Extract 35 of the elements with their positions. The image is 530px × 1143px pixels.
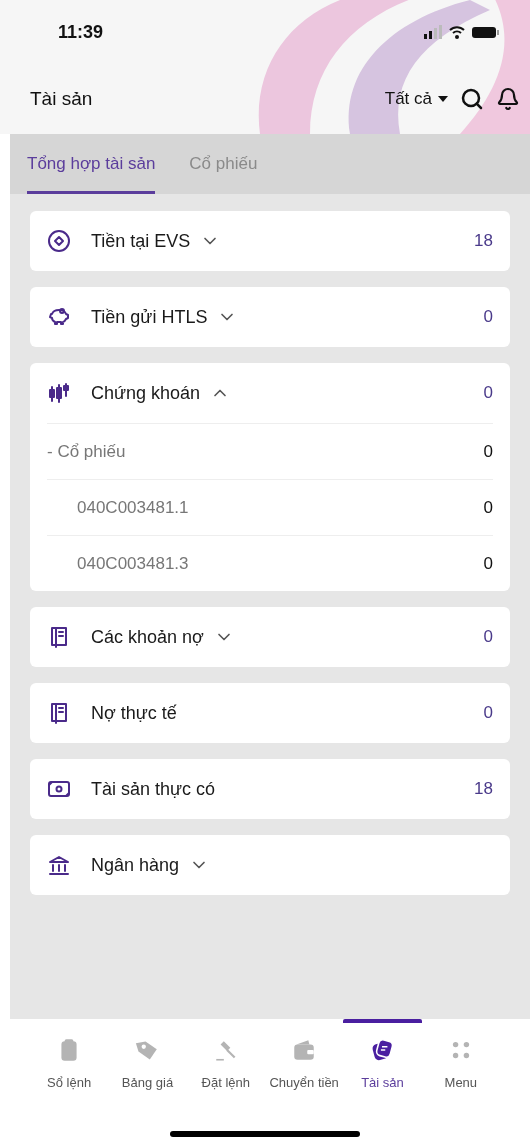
holding-value: 0 [483,440,493,463]
card-label[interactable]: Nợ thực tế [91,699,177,727]
holding-value: 0 [483,552,493,575]
card-value: 18 [474,778,493,801]
bank-icon [47,853,71,877]
card-label[interactable]: Ngân hàng [91,851,180,879]
card-label[interactable]: Tài sản thực có [91,775,216,803]
nav-tab[interactable]: Bảng giá [108,1019,187,1093]
card-value: 0 [483,626,493,649]
card-value: 0 [483,382,493,405]
page-title: Tài sản [30,86,93,111]
diamond-circle-icon [47,229,71,253]
nav-tab[interactable]: Menu [421,1019,500,1093]
card-value: 0 [483,306,493,329]
bell-icon[interactable] [496,87,520,111]
card-label[interactable]: Các khoản nợ [91,623,204,651]
search-icon[interactable] [460,87,484,111]
status-time: 11:39 [58,20,104,44]
caret-icon [438,96,448,102]
nav-tab[interactable]: Đặt lệnh [186,1019,265,1093]
card-value: 18 [474,230,493,253]
nav-tab[interactable]: Tài sản [343,1019,422,1093]
tab[interactable]: Tổng hợp tài sản [27,134,156,194]
card-value: 0 [483,702,493,725]
nav-tab[interactable]: Sổ lệnh [30,1019,109,1093]
holding-label: 040C003481.1 [76,496,189,519]
holding-label: 040C003481.3 [76,552,189,575]
card-label[interactable]: Tiền gửi HTLS [91,303,208,331]
holding-label: - Cổ phiếu [47,440,126,463]
card-label[interactable]: Chứng khoán [91,379,201,407]
holding-value: 0 [483,496,493,519]
nav-tab[interactable]: Chuyển tiền [265,1019,344,1093]
card-label[interactable]: Tiền tại EVS [91,227,191,255]
filter-dropdown[interactable]: Tất cả [384,86,448,112]
candlestick-icon [47,381,71,405]
